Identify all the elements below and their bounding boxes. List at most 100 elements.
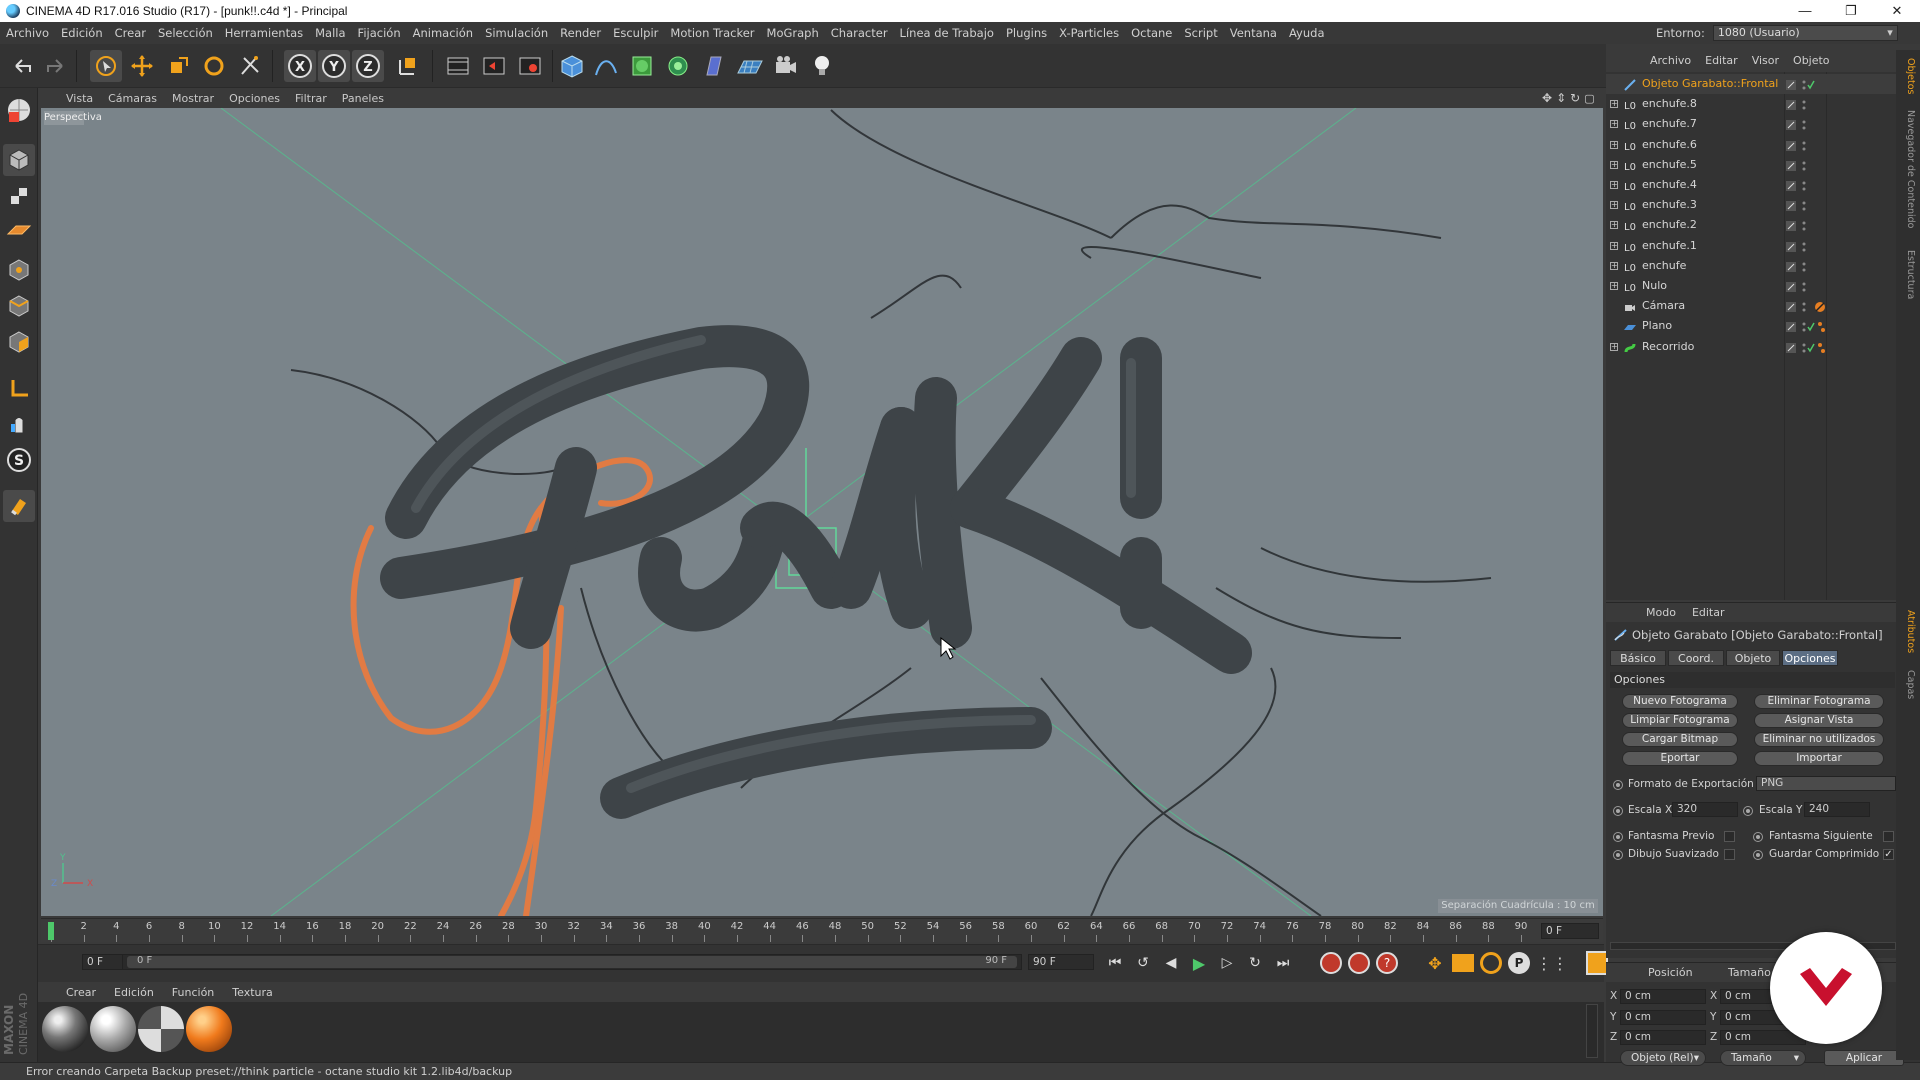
object-flags[interactable] bbox=[1786, 118, 1896, 131]
model-mode-icon[interactable] bbox=[3, 144, 35, 176]
workplane-mode-icon[interactable] bbox=[3, 214, 35, 246]
scale-y-input[interactable]: 240 bbox=[1804, 802, 1870, 817]
viewport-menu-4[interactable]: Filtrar bbox=[295, 92, 327, 105]
autokey-icon[interactable] bbox=[1348, 952, 1370, 974]
key-position-icon[interactable]: ✥ bbox=[1424, 954, 1446, 973]
playhead[interactable] bbox=[48, 922, 54, 940]
load-bitmap-button[interactable]: Cargar Bitmap bbox=[1622, 732, 1738, 747]
material-menu-2[interactable]: Función bbox=[172, 986, 214, 999]
record-keys-icon[interactable] bbox=[1320, 952, 1342, 974]
object-row[interactable]: + L0 enchufe bbox=[1606, 256, 1896, 276]
position-input[interactable]: 0 cm bbox=[1620, 989, 1706, 1004]
viewport-menu-1[interactable]: Cámaras bbox=[108, 92, 157, 105]
scale-y-radio[interactable] bbox=[1743, 806, 1753, 816]
object-row[interactable]: Cámara bbox=[1606, 296, 1896, 316]
menu-0[interactable]: Archivo bbox=[6, 26, 49, 40]
material-manager[interactable] bbox=[38, 1002, 1604, 1062]
viewport-menu-0[interactable]: Vista bbox=[66, 92, 93, 105]
maximize-view-icon[interactable]: ▢ bbox=[1584, 92, 1594, 105]
viewport-menu-2[interactable]: Mostrar bbox=[172, 92, 214, 105]
object-row[interactable]: + L0 enchufe.6 bbox=[1606, 135, 1896, 155]
assign-view-button[interactable]: Asignar Vista bbox=[1754, 713, 1884, 728]
menu-14[interactable]: Línea de Trabajo bbox=[900, 26, 994, 40]
z-axis-lock-icon[interactable]: Z bbox=[352, 50, 384, 82]
scale-icon[interactable] bbox=[162, 50, 194, 82]
next-key-icon[interactable]: ↻ bbox=[1244, 955, 1266, 971]
side-tab-layers[interactable]: Capas bbox=[1900, 670, 1916, 699]
object-row[interactable]: + L0 enchufe.7 bbox=[1606, 114, 1896, 134]
expand-icon[interactable]: + bbox=[1610, 241, 1618, 250]
tab-objeto[interactable]: Objeto bbox=[1726, 650, 1780, 666]
object-row[interactable]: + L0 enchufe.5 bbox=[1606, 155, 1896, 175]
key-pla-icon[interactable]: ⋮⋮ bbox=[1536, 954, 1568, 973]
expand-icon[interactable]: + bbox=[1610, 221, 1618, 230]
tweak-mode-icon[interactable] bbox=[3, 408, 35, 440]
render-settings-icon[interactable] bbox=[514, 50, 546, 82]
light-icon[interactable] bbox=[806, 50, 838, 82]
object-flags[interactable] bbox=[1786, 280, 1896, 292]
side-tab-content-browser[interactable]: Navegador de Contenido bbox=[1900, 110, 1916, 228]
material-checker[interactable] bbox=[138, 1006, 184, 1052]
object-row[interactable]: + L0 enchufe.8 bbox=[1606, 94, 1896, 114]
object-row[interactable]: + L0 enchufe.2 bbox=[1606, 215, 1896, 235]
expand-icon[interactable]: + bbox=[1610, 120, 1618, 129]
end-frame-field[interactable]: 90 F bbox=[1028, 954, 1094, 970]
render-to-picture-viewer-icon[interactable] bbox=[478, 50, 510, 82]
points-mode-icon[interactable] bbox=[3, 254, 35, 286]
object-menu-1[interactable]: Editar bbox=[1705, 54, 1738, 67]
object-flags[interactable] bbox=[1786, 98, 1896, 111]
keyframe-selection-icon[interactable]: ? bbox=[1376, 952, 1398, 974]
render-view-icon[interactable] bbox=[442, 50, 474, 82]
y-axis-lock-icon[interactable]: Y bbox=[318, 50, 350, 82]
goto-start-icon[interactable]: ⏮ bbox=[1104, 955, 1126, 971]
smooth-draw-checkbox[interactable] bbox=[1724, 849, 1735, 860]
object-menu-3[interactable]: Objeto bbox=[1793, 54, 1830, 67]
smooth-draw-radio[interactable] bbox=[1613, 850, 1623, 860]
expand-icon[interactable]: + bbox=[1610, 342, 1618, 351]
menu-1[interactable]: Edición bbox=[61, 26, 103, 40]
move-icon[interactable] bbox=[126, 50, 158, 82]
menu-8[interactable]: Simulación bbox=[485, 26, 548, 40]
object-flags[interactable] bbox=[1786, 179, 1896, 191]
object-flags[interactable] bbox=[1786, 341, 1896, 353]
import-button[interactable]: Importar bbox=[1754, 751, 1884, 766]
rotate-icon[interactable] bbox=[198, 50, 230, 82]
save-compressed-radio[interactable] bbox=[1753, 850, 1763, 860]
clear-frame-button[interactable]: Limpiar Fotograma bbox=[1622, 713, 1738, 728]
menu-15[interactable]: Plugins bbox=[1006, 26, 1047, 40]
menu-5[interactable]: Malla bbox=[315, 26, 345, 40]
viewport-menu-3[interactable]: Opciones bbox=[229, 92, 280, 105]
object-menu-2[interactable]: Visor bbox=[1752, 54, 1779, 67]
material-menu-1[interactable]: Edición bbox=[114, 986, 154, 999]
position-input[interactable]: 0 cm bbox=[1620, 1009, 1706, 1025]
material-menu-3[interactable]: Textura bbox=[232, 986, 272, 999]
menu-2[interactable]: Crear bbox=[115, 26, 146, 40]
close-icon[interactable]: ✕ bbox=[1874, 0, 1920, 22]
current-frame-field[interactable]: 0 F bbox=[1541, 923, 1599, 939]
key-scale-icon[interactable] bbox=[1452, 954, 1474, 972]
prev-frame-icon[interactable]: ◀ bbox=[1160, 955, 1182, 971]
viewport-3d[interactable]: Y X Z bbox=[41, 108, 1603, 916]
menu-3[interactable]: Selección bbox=[158, 26, 213, 40]
side-tab-structure[interactable]: Estructura bbox=[1900, 250, 1916, 299]
orbit-icon[interactable]: ↻ bbox=[1570, 91, 1580, 105]
material-menu-0[interactable]: Crear bbox=[66, 986, 96, 999]
prev-key-icon[interactable]: ↺ bbox=[1132, 955, 1154, 971]
timeline-window-icon[interactable] bbox=[1586, 951, 1608, 975]
play-icon[interactable]: ▶ bbox=[1188, 954, 1210, 973]
next-frame-icon[interactable]: ▷ bbox=[1216, 955, 1238, 971]
side-tab-attributes[interactable]: Atributos bbox=[1900, 610, 1916, 653]
object-row[interactable]: + L0 enchufe.3 bbox=[1606, 195, 1896, 215]
ghost-prev-radio[interactable] bbox=[1613, 832, 1623, 842]
material-scrollbar[interactable] bbox=[1586, 1004, 1598, 1058]
menu-16[interactable]: X-Particles bbox=[1059, 26, 1119, 40]
object-flags[interactable] bbox=[1786, 300, 1896, 313]
size-mode-select[interactable]: Tamaño bbox=[1720, 1050, 1806, 1066]
material-glass-1[interactable] bbox=[42, 1006, 88, 1052]
object-row[interactable]: Plano bbox=[1606, 316, 1896, 336]
expand-icon[interactable]: + bbox=[1610, 160, 1618, 169]
menu-13[interactable]: Character bbox=[831, 26, 888, 40]
texture-mode-icon[interactable] bbox=[3, 180, 35, 212]
menu-6[interactable]: Fijación bbox=[358, 26, 401, 40]
recent-tools-icon[interactable] bbox=[234, 50, 266, 82]
